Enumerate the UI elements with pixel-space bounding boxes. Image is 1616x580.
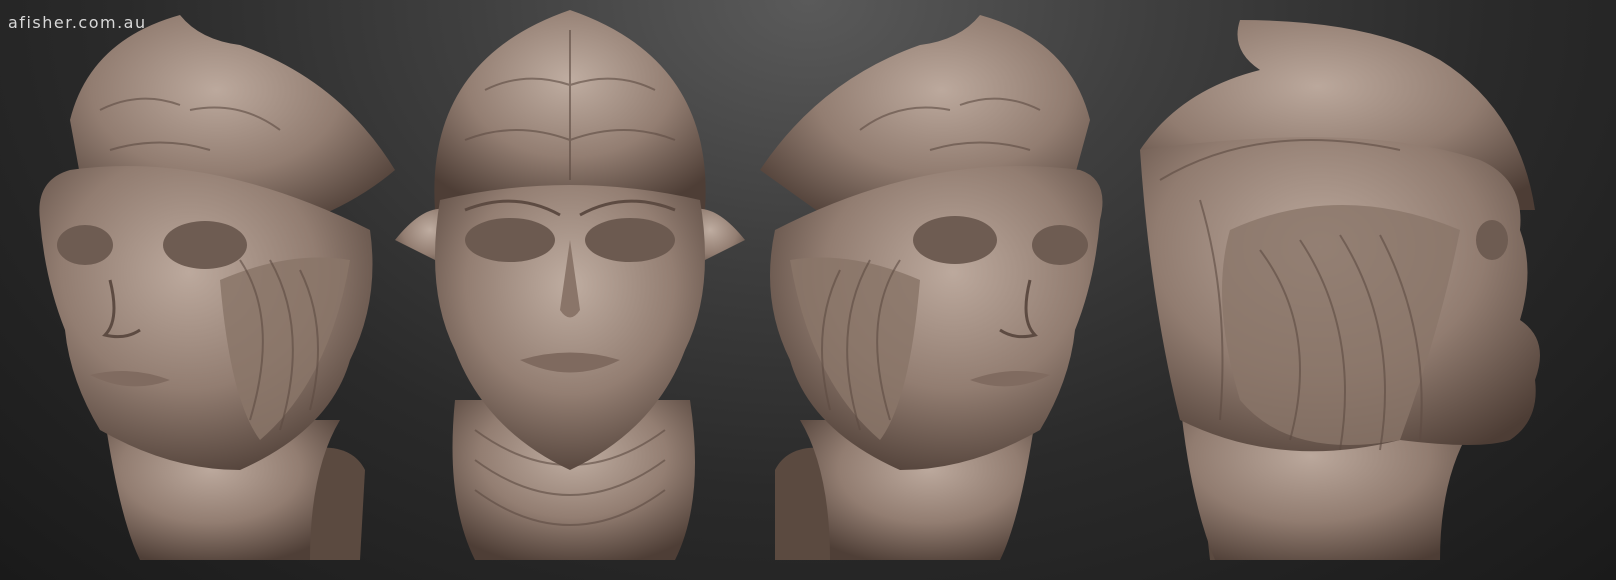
head-view-front [395,0,745,580]
head-view-profile-right [1140,0,1580,580]
head-sculpt-illustration [1140,20,1540,560]
head-view-three-quarter-left [10,0,400,580]
render-canvas: afisher.com.au [0,0,1616,580]
head-view-three-quarter-right [760,0,1130,580]
head-sculpt-illustration [395,10,745,560]
head-sculpt-illustration [39,15,395,560]
head-sculpt-illustration [760,15,1103,560]
